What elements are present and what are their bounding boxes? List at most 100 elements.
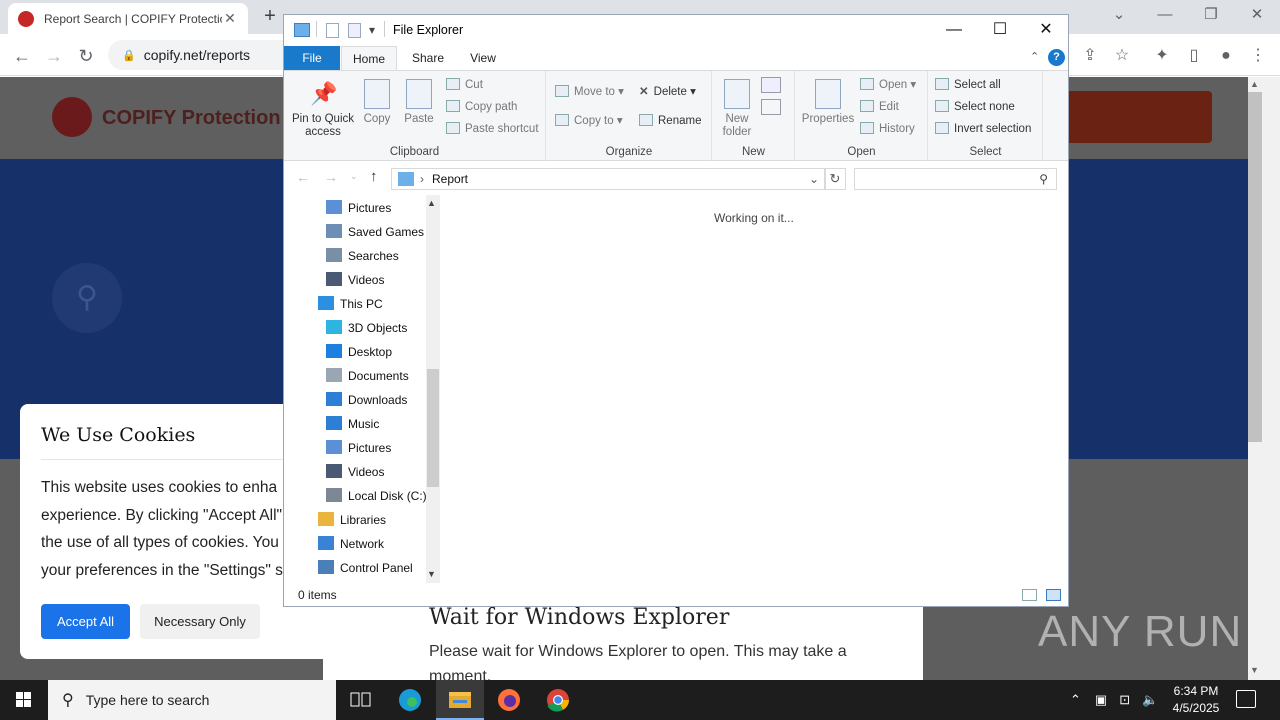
menu-kebab-icon[interactable]: ⋮ xyxy=(1246,44,1270,68)
side-panel-icon[interactable]: ▯ xyxy=(1182,44,1206,68)
necessary-only-button[interactable]: Necessary Only xyxy=(140,604,260,639)
refresh-icon[interactable]: ↻ xyxy=(824,168,846,190)
properties-button[interactable]: Properties xyxy=(798,79,858,126)
copy-button[interactable]: Copy xyxy=(360,79,394,126)
edit-button[interactable]: Edit xyxy=(860,97,899,117)
nav-item[interactable]: Searches xyxy=(326,244,399,268)
cut-button[interactable]: Cut xyxy=(446,75,483,95)
page-scrollbar-thumb[interactable] xyxy=(1248,92,1262,442)
tab-file[interactable]: File xyxy=(284,46,340,70)
invert-selection-button[interactable]: Invert selection xyxy=(935,119,1031,139)
clock[interactable]: 6:34 PM 4/5/2025 xyxy=(1160,683,1232,717)
search-box[interactable]: ⚲ xyxy=(854,168,1057,190)
details-view-icon[interactable] xyxy=(1022,589,1037,601)
minimize-icon[interactable]: — xyxy=(1142,0,1188,30)
copy-path-button[interactable]: Copy path xyxy=(446,97,517,117)
large-icons-view-icon[interactable] xyxy=(1046,589,1061,601)
explorer-maximize-icon[interactable]: ☐ xyxy=(977,15,1023,45)
tab-share[interactable]: Share xyxy=(402,46,454,70)
tab-close-icon[interactable]: ✕ xyxy=(222,10,238,27)
nav-item[interactable]: Saved Games xyxy=(326,220,424,244)
explorer-minimize-icon[interactable]: — xyxy=(931,15,977,45)
paste-button[interactable]: Paste xyxy=(402,79,436,126)
history-button[interactable]: History xyxy=(860,119,915,139)
edge-taskbar-button[interactable] xyxy=(386,680,434,720)
share-icon[interactable]: ⇪ xyxy=(1078,44,1102,68)
move-to-button[interactable]: Move to ▾ xyxy=(555,82,624,102)
nav-scroll-down-icon[interactable]: ▼ xyxy=(427,569,436,579)
nav-scrollbar-thumb[interactable] xyxy=(427,369,439,487)
nav-item[interactable]: 3D Objects xyxy=(326,316,407,340)
tab-search-icon[interactable]: ⌄ xyxy=(1096,0,1142,30)
forward-arrow-icon[interactable]: → xyxy=(324,169,338,185)
nav-scroll-up-icon[interactable]: ▲ xyxy=(427,198,436,208)
chrome-taskbar-button[interactable] xyxy=(534,680,582,720)
select-all-button[interactable]: Select all xyxy=(935,75,1001,95)
reload-icon[interactable]: ↻ xyxy=(74,44,98,68)
nav-item[interactable]: This PC xyxy=(318,292,383,316)
copy-to-button[interactable]: Copy to ▾ xyxy=(555,111,623,131)
close-window-icon[interactable]: ✕ xyxy=(1234,0,1280,30)
back-icon[interactable]: ← xyxy=(10,44,34,68)
rename-button[interactable]: Rename xyxy=(639,111,701,131)
device-icon[interactable]: ▣ xyxy=(1095,692,1107,708)
explorer-close-icon[interactable]: ✕ xyxy=(1023,15,1068,45)
scroll-up-icon[interactable]: ▲ xyxy=(1250,79,1259,89)
help-icon[interactable]: ? xyxy=(1048,49,1065,66)
nav-item[interactable]: Videos xyxy=(326,460,384,484)
pin-quick-access-button[interactable]: 📌 Pin to Quick access xyxy=(288,79,358,139)
content-pane[interactable]: Working on it... xyxy=(440,195,1068,583)
task-view-button[interactable] xyxy=(336,680,384,720)
select-none-button[interactable]: Select none xyxy=(935,97,1015,117)
network-tray-icon[interactable]: ⊡ xyxy=(1119,692,1130,708)
back-arrow-icon[interactable]: ← xyxy=(296,169,310,185)
breadcrumb-report[interactable]: Report xyxy=(432,172,468,186)
forward-icon[interactable]: → xyxy=(42,44,66,68)
nav-item[interactable]: Music xyxy=(326,412,379,436)
nav-item[interactable]: Videos xyxy=(326,268,384,292)
new-item-icon[interactable] xyxy=(761,77,781,93)
tray-chevron-icon[interactable]: ⌃ xyxy=(1070,692,1081,708)
firefox-taskbar-button[interactable] xyxy=(485,680,533,720)
nav-item[interactable]: Desktop xyxy=(326,340,392,364)
nav-item[interactable]: Local Disk (C:) xyxy=(326,484,427,508)
profile-avatar-icon[interactable]: ● xyxy=(1214,44,1238,68)
nav-item[interactable]: Network xyxy=(318,532,384,556)
windows-start-button[interactable] xyxy=(0,680,48,720)
open-button[interactable]: Open ▾ xyxy=(860,75,916,95)
scroll-down-icon[interactable]: ▼ xyxy=(1250,665,1259,675)
browser-tab[interactable]: Report Search | COPIFY Protectio ✕ xyxy=(8,3,248,34)
header-cta-button[interactable] xyxy=(1052,91,1212,143)
tab-view[interactable]: View xyxy=(458,46,508,70)
tab-home[interactable]: Home xyxy=(341,46,397,70)
new-folder-qa-icon[interactable] xyxy=(348,23,361,38)
taskbar-search-box[interactable]: ⚲ Type here to search xyxy=(48,680,336,720)
collapse-ribbon-icon[interactable]: ⌃ xyxy=(1030,50,1039,63)
up-arrow-icon[interactable]: ↑ xyxy=(370,168,378,185)
explorer-taskbar-button[interactable] xyxy=(436,680,484,720)
restore-icon[interactable]: ❐ xyxy=(1188,0,1234,30)
paste-shortcut-button[interactable]: Paste shortcut xyxy=(446,119,539,139)
nav-item[interactable]: Downloads xyxy=(326,388,407,412)
select-none-label: Select none xyxy=(954,101,1015,113)
new-tab-button[interactable]: + xyxy=(258,4,282,28)
path-dropdown-icon[interactable]: ⌄ xyxy=(809,172,819,186)
extensions-icon[interactable]: ✦ xyxy=(1150,44,1174,68)
accept-all-button[interactable]: Accept All xyxy=(41,604,130,639)
path-bar[interactable]: › Report ⌄ xyxy=(391,168,826,190)
nav-item[interactable]: Pictures xyxy=(326,196,391,220)
customize-qa-icon[interactable]: ▾ xyxy=(369,23,375,37)
volume-icon[interactable]: 🔈 xyxy=(1142,692,1158,708)
delete-button[interactable]: ✕ Delete ▾ xyxy=(639,82,696,102)
recent-locations-icon[interactable]: ⌄ xyxy=(350,171,358,182)
notifications-icon[interactable] xyxy=(1236,690,1256,708)
nav-item[interactable]: Libraries xyxy=(318,508,386,532)
address-bar[interactable]: 🔒 copify.net/reports xyxy=(108,40,298,70)
nav-item[interactable]: Control Panel xyxy=(318,556,413,580)
bookmark-star-icon[interactable]: ☆ xyxy=(1110,44,1134,68)
nav-item[interactable]: Documents xyxy=(326,364,409,388)
nav-item[interactable]: Pictures xyxy=(326,436,391,460)
properties-qa-icon[interactable] xyxy=(326,23,339,38)
easy-access-icon[interactable] xyxy=(761,99,781,115)
new-folder-button[interactable]: New folder xyxy=(717,79,757,139)
